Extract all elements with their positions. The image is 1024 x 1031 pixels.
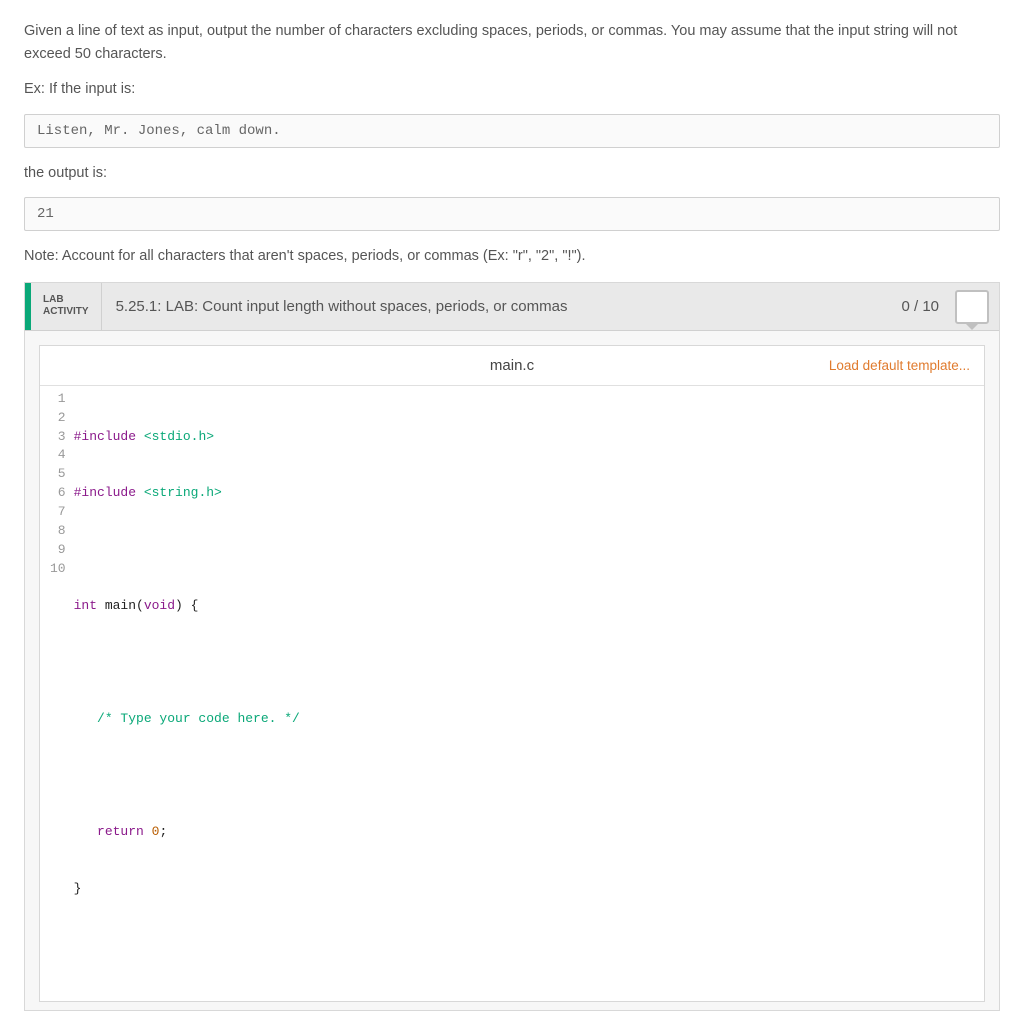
- code-line[interactable]: #include <string.h>: [74, 484, 984, 503]
- code-line[interactable]: }: [74, 880, 984, 899]
- code-line[interactable]: /* Type your code here. */: [74, 710, 984, 729]
- file-tab[interactable]: main.c: [470, 351, 554, 380]
- line-number: 5: [50, 465, 66, 484]
- line-number: 10: [50, 560, 66, 579]
- code-area[interactable]: 1 2 3 4 5 6 7 8 9 10 #include <stdio.h> …: [40, 386, 984, 1001]
- line-number: 8: [50, 522, 66, 541]
- code-line[interactable]: return 0;: [74, 823, 984, 842]
- problem-description: Given a line of text as input, output th…: [24, 20, 1000, 66]
- lab-activity-label: LAB ACTIVITY: [31, 283, 102, 330]
- lab-activity-line2: ACTIVITY: [43, 306, 89, 318]
- code-editor[interactable]: main.c Load default template... 1 2 3 4 …: [39, 345, 985, 1002]
- line-number: 2: [50, 409, 66, 428]
- code-line[interactable]: [74, 767, 984, 786]
- code-line[interactable]: #include <stdio.h>: [74, 428, 984, 447]
- load-default-template-link[interactable]: Load default template...: [829, 358, 984, 373]
- lab-score: 0 / 10: [889, 283, 951, 330]
- lab-header: LAB ACTIVITY 5.25.1: LAB: Count input le…: [25, 283, 999, 331]
- lab-badge-icon: [955, 290, 989, 324]
- line-number: 7: [50, 503, 66, 522]
- example-input-box: Listen, Mr. Jones, calm down.: [24, 114, 1000, 148]
- editor-tabbar: main.c Load default template...: [40, 346, 984, 386]
- example-output-box: 21: [24, 197, 1000, 231]
- line-number: 6: [50, 484, 66, 503]
- lab-activity-panel: LAB ACTIVITY 5.25.1: LAB: Count input le…: [24, 282, 1000, 1011]
- line-number: 4: [50, 446, 66, 465]
- code-line[interactable]: [74, 936, 984, 955]
- line-number: 9: [50, 541, 66, 560]
- code-lines[interactable]: #include <stdio.h> #include <string.h> i…: [74, 390, 984, 993]
- example-output-label: the output is:: [24, 162, 1000, 185]
- code-line[interactable]: [74, 654, 984, 673]
- line-number: 1: [50, 390, 66, 409]
- line-gutter: 1 2 3 4 5 6 7 8 9 10: [40, 390, 74, 993]
- code-line[interactable]: [74, 541, 984, 560]
- line-number: 3: [50, 428, 66, 447]
- problem-note: Note: Account for all characters that ar…: [24, 245, 1000, 268]
- example-input-label: Ex: If the input is:: [24, 78, 1000, 101]
- code-line[interactable]: int main(void) {: [74, 597, 984, 616]
- lab-title: 5.25.1: LAB: Count input length without …: [102, 283, 890, 330]
- lab-activity-line1: LAB: [43, 294, 89, 306]
